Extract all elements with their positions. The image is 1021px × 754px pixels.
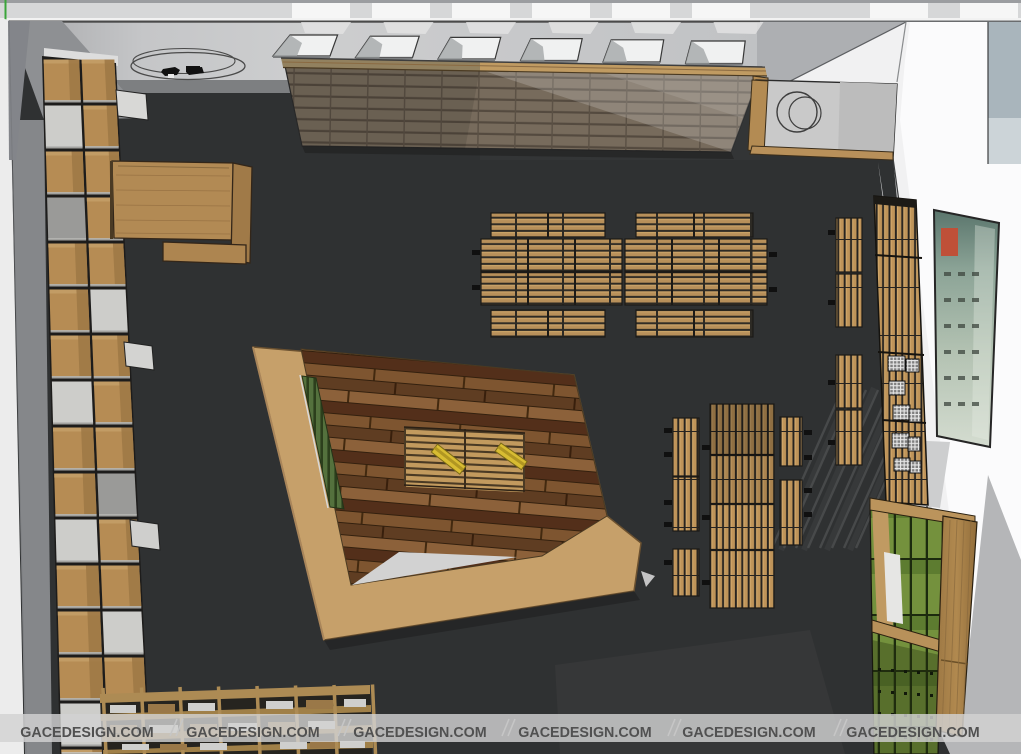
svg-text:GACEDESIGN.COM: GACEDESIGN.COM <box>20 725 153 741</box>
svg-text:GACEDESIGN.COM: GACEDESIGN.COM <box>682 725 815 741</box>
svg-text:GACEDESIGN.COM: GACEDESIGN.COM <box>846 725 979 741</box>
svg-text:GACEDESIGN.COM: GACEDESIGN.COM <box>518 725 651 741</box>
svg-text:GACEDESIGN.COM: GACEDESIGN.COM <box>353 725 486 741</box>
svg-text:GACEDESIGN.COM: GACEDESIGN.COM <box>186 725 319 741</box>
